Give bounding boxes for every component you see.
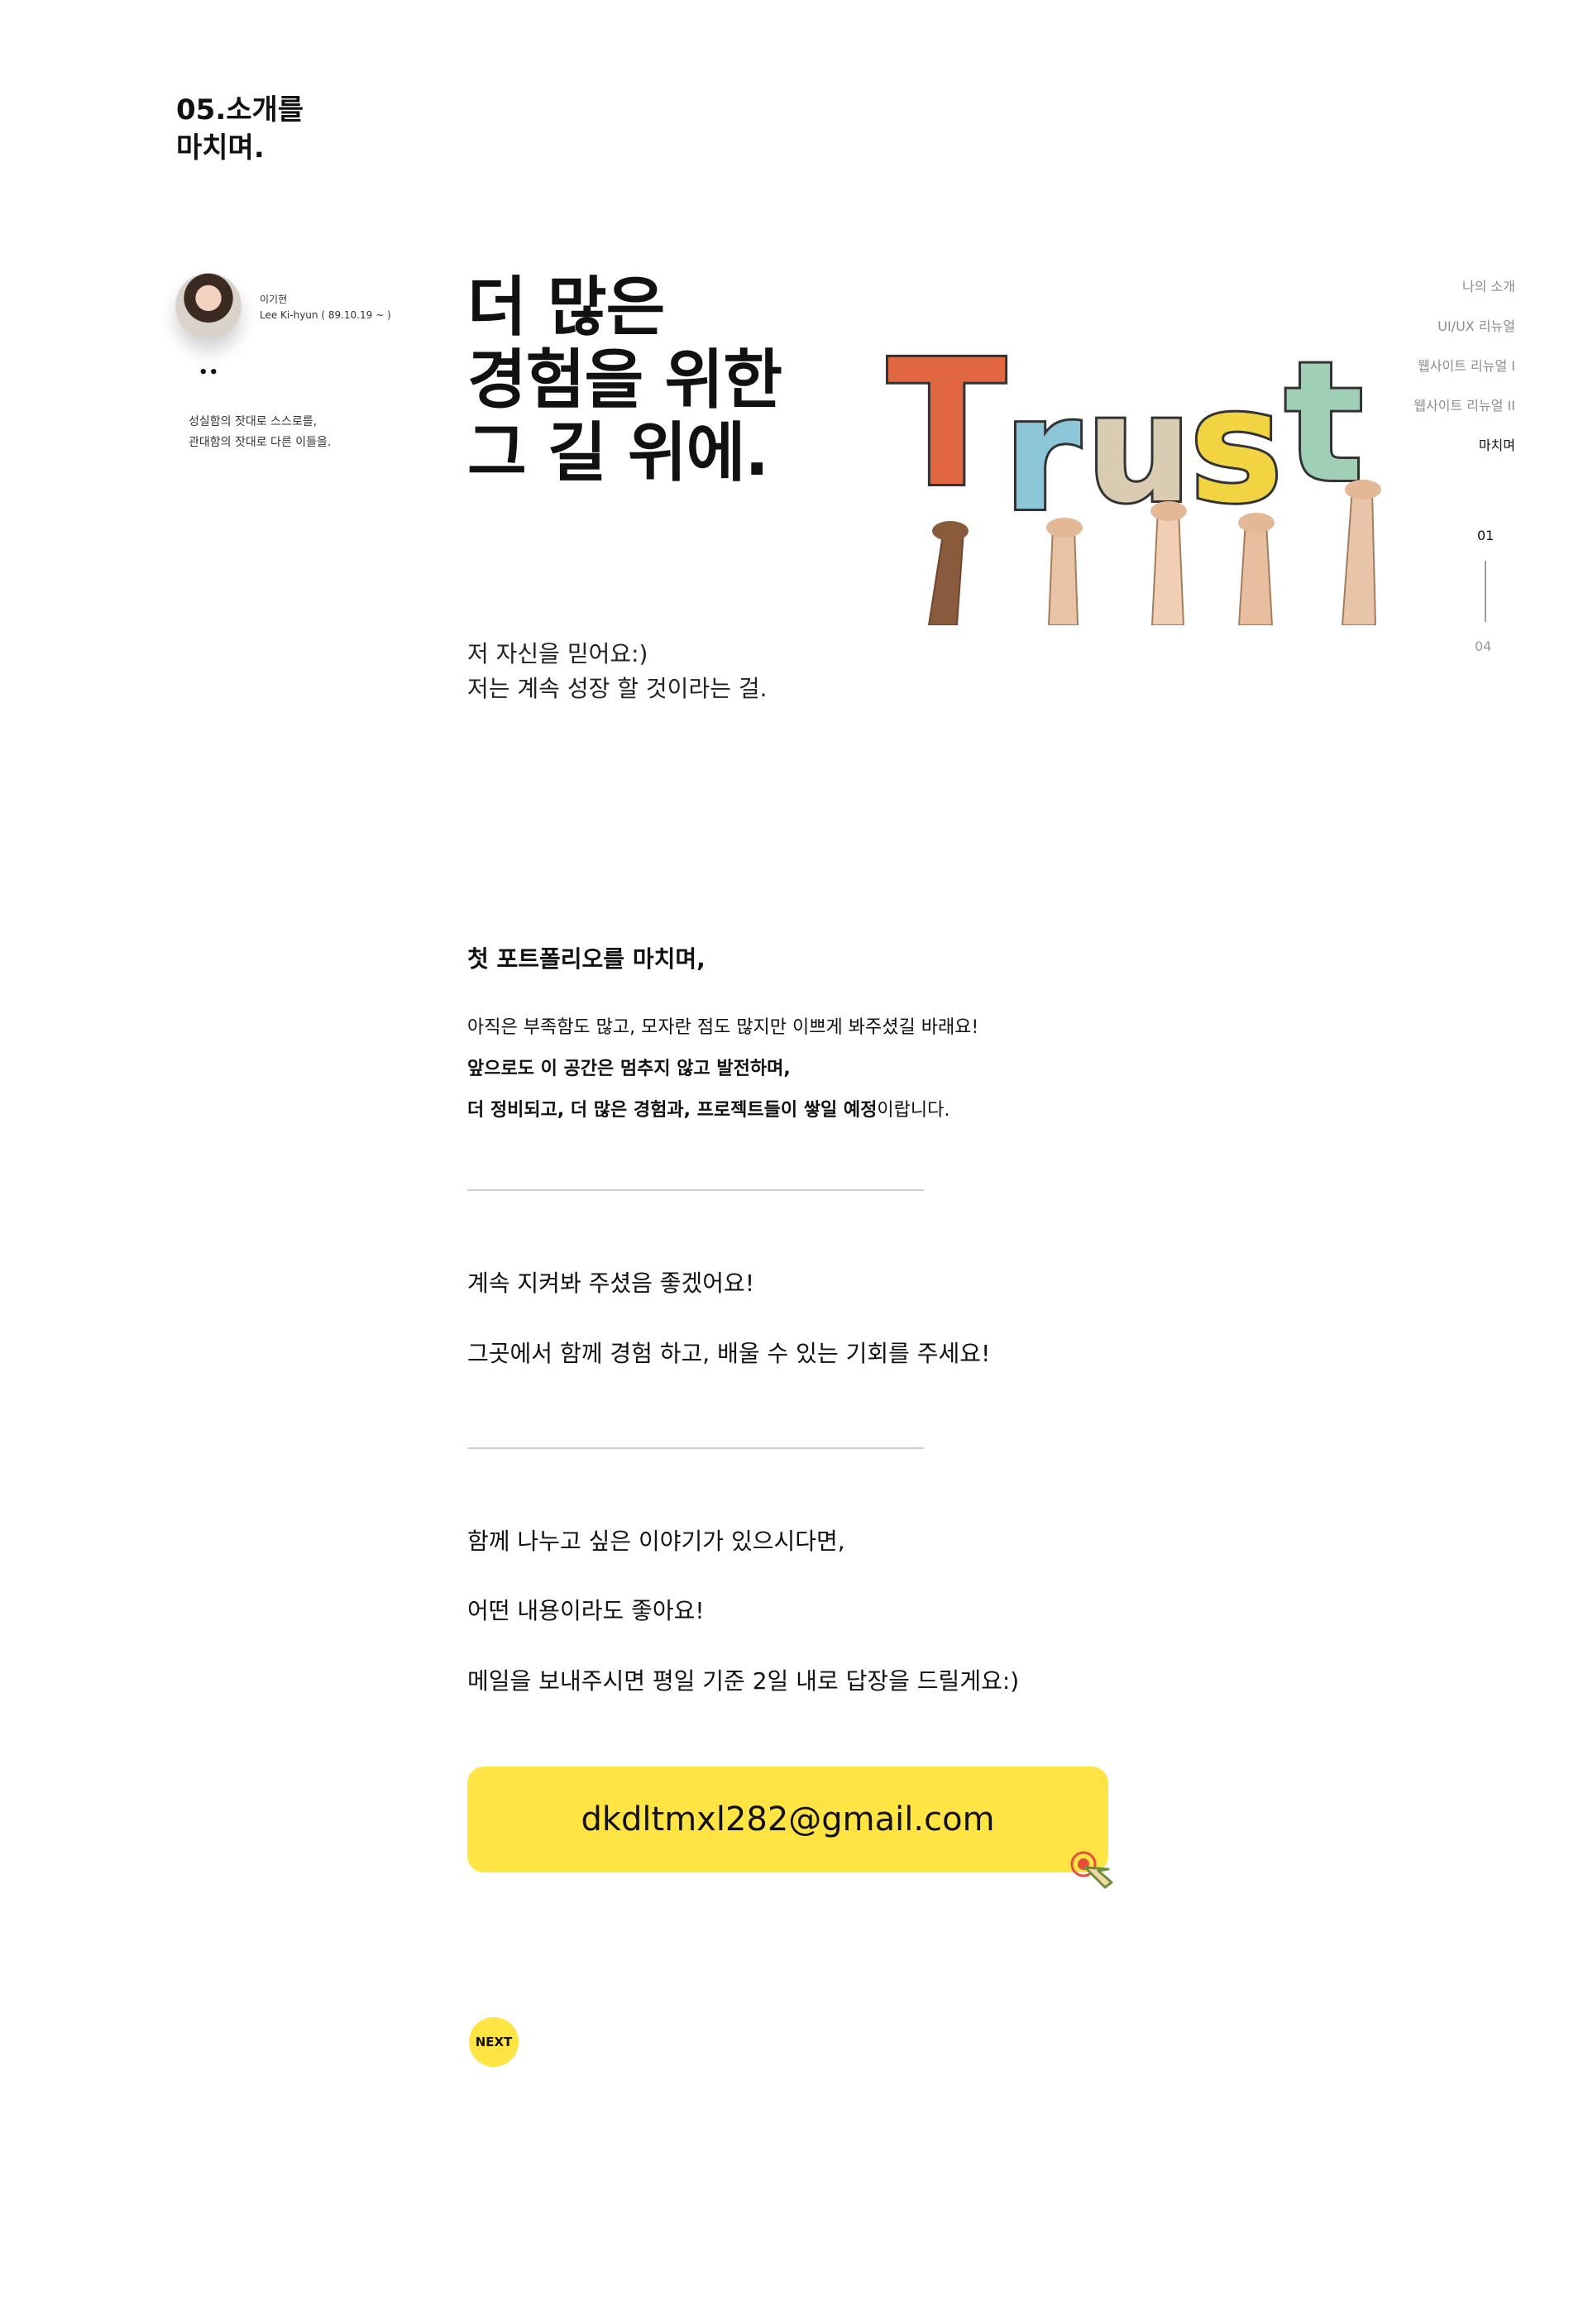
page-indicator-total: 04: [1475, 638, 1492, 654]
side-nav-about[interactable]: 나의 소개: [1413, 276, 1515, 316]
email-address: dkdltmxl282@gmail.com: [581, 1800, 995, 1839]
closing-line1: 아직은 부족함도 많고, 모자란 점도 많지만 이쁘게 봐주셨길 바래요!: [467, 1017, 979, 1038]
click-pointer-icon: [1070, 1851, 1113, 1889]
closing-line3: 더 정비되고, 더 많은 경험과, 프로젝트들이 쌓일 예정이랍니다.: [467, 1090, 978, 1131]
intro-text: 저 자신을 믿어요:) 저는 계속 성장 할 것이라는 걸.: [467, 637, 768, 706]
profile-name: 이기현: [260, 294, 288, 305]
profile-motto: 성실함의 잣대로 스스로를, 관대함의 잣대로 다른 이들을.: [189, 412, 331, 453]
watch-line2: 그곳에서 함께 경험 하고, 배울 수 있는 기회를 주세요!: [467, 1340, 991, 1367]
divider: [467, 1447, 924, 1449]
intro-line2: 저는 계속 성장 할 것이라는 걸.: [467, 675, 768, 702]
email-button[interactable]: dkdltmxl282@gmail.com: [467, 1767, 1108, 1872]
divider: [467, 1189, 924, 1191]
profile-dots: ••: [198, 364, 220, 381]
motto-line2: 관대함의 잣대로 다른 이들을.: [189, 436, 332, 449]
motto-line1: 성실함의 잣대로 스스로를,: [189, 415, 318, 428]
closing-line3-bold: 더 정비되고, 더 많은 경험과, 프로젝트들이 쌓일 예정: [467, 1100, 878, 1121]
headline-line1: 더 많은: [467, 270, 665, 345]
page-headline: 더 많은 경험을 위한 그 길 위에.: [467, 271, 782, 490]
section-title-line1: 05.소개를: [176, 93, 304, 127]
trust-letter-t: T: [887, 323, 1006, 525]
avatar: [175, 273, 242, 339]
side-nav-website-1[interactable]: 웹사이트 리뉴얼 I: [1413, 356, 1515, 395]
section-title-line2: 마치며.: [176, 132, 265, 165]
watch-line1: 계속 지켜봐 주셨음 좋겠어요!: [467, 1270, 755, 1297]
side-nav: 나의 소개 UI/UX 리뉴얼 웹사이트 리뉴얼 I 웹사이트 리뉴얼 II 마…: [1413, 276, 1515, 475]
trust-image: T r u s t: [885, 320, 1381, 625]
contact-line2: 어떤 내용이라도 좋아요!: [467, 1597, 705, 1624]
closing-line2: 앞으로도 이 공간은 멈추지 않고 발전하며,: [467, 1059, 791, 1079]
trust-letter-s: s: [1189, 355, 1283, 538]
side-nav-uiux[interactable]: UI/UX 리뉴얼: [1413, 316, 1515, 356]
intro-line1: 저 자신을 믿어요:): [467, 640, 648, 667]
contact-line1: 함께 나누고 싶은 이야기가 있으시다면,: [467, 1528, 845, 1555]
page-indicator-current: 01: [1477, 528, 1495, 543]
next-button[interactable]: NEXT: [469, 2017, 519, 2067]
side-nav-closing[interactable]: 마치며: [1413, 435, 1515, 475]
closing-title: 첫 포트폴리오를 마치며,: [467, 945, 706, 973]
section-title: 05.소개를 마치며.: [176, 91, 304, 167]
headline-line2: 경험을 위한: [467, 343, 782, 418]
page-indicator-line: [1485, 561, 1486, 622]
contact-line3: 메일을 보내주시면 평일 기준 2일 내로 답장을 드릴게요:): [467, 1667, 1020, 1695]
closing-text: 아직은 부족함도 많고, 모자란 점도 많지만 이쁘게 봐주셨길 바래요! 앞으…: [467, 1007, 978, 1131]
side-nav-website-2[interactable]: 웹사이트 리뉴얼 II: [1413, 395, 1515, 435]
headline-line3: 그 길 위에.: [467, 416, 769, 490]
profile-name-en: Lee Ki-hyun ( 89.10.19 ~ ): [260, 309, 391, 321]
closing-line3-rest: 이랍니다.: [877, 1100, 950, 1121]
